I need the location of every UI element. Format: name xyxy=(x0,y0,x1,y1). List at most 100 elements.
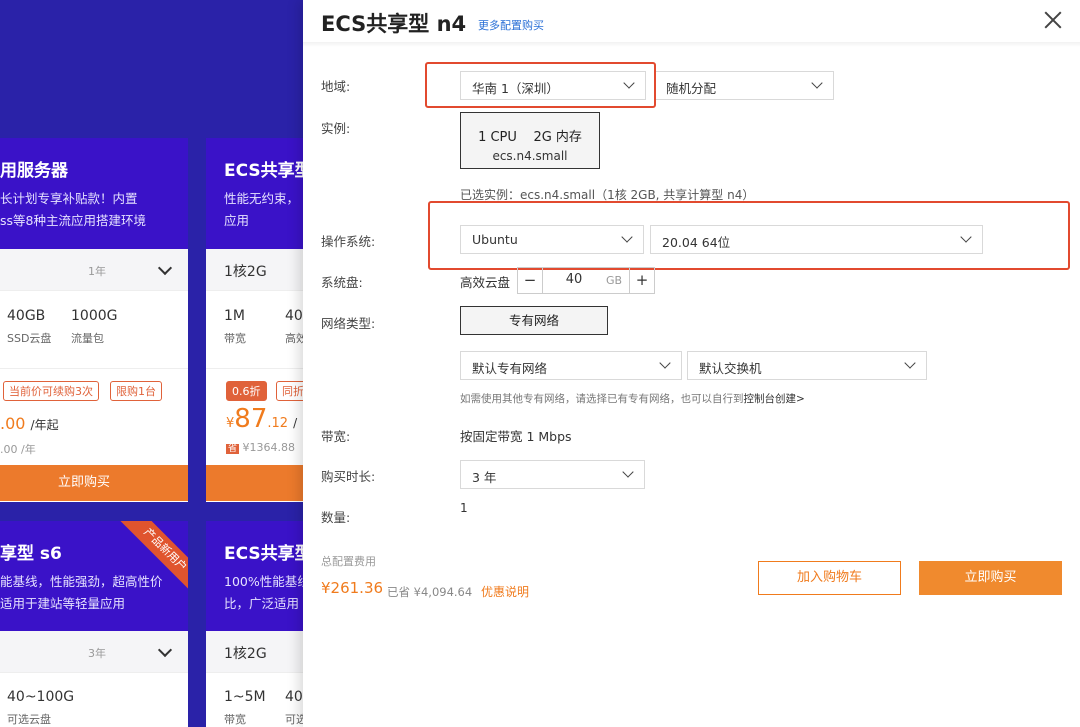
spec-label: 带宽 xyxy=(224,332,246,345)
product-card: 享型 s6 能基线，性能强劲，超高性价 适用于建站等轻量应用 产品新用户 3年 … xyxy=(0,521,188,727)
instance-spec: 1 CPU 2G 内存 xyxy=(461,126,599,145)
bandwidth-label: 带宽: xyxy=(321,429,351,444)
card-desc: 100%性能基线 比，广泛适用 xyxy=(224,571,310,615)
network-hint-text: 如需使用其他专有网络，请选择已有专有网络，也可以自行到 xyxy=(460,393,744,405)
instance-option[interactable]: 1 CPU 2G 内存 ecs.n4.small xyxy=(460,112,600,169)
duration-label: 购买时长: xyxy=(321,469,376,484)
buy-now-button[interactable]: 立即购买 xyxy=(919,561,1062,595)
card-desc-line: 性能无约束， xyxy=(224,191,300,206)
card-desc-line: ss等8种主流应用搭建环境 xyxy=(0,213,146,228)
disk-size-value[interactable]: 40 xyxy=(544,272,604,287)
spec-value: 40~100G xyxy=(7,689,75,705)
buy-now-button[interactable]: 立即购买 xyxy=(0,465,188,501)
promo-tag: 限购1台 xyxy=(110,381,162,401)
divider xyxy=(0,368,188,369)
zone-select[interactable]: 随机分配 xyxy=(654,71,834,100)
chevron-down-icon xyxy=(157,642,173,658)
spec-item: 1M 带宽 xyxy=(224,308,246,346)
price-unit: /年起 xyxy=(30,418,59,432)
disk-unit: GB xyxy=(606,274,623,287)
close-icon[interactable] xyxy=(1043,10,1063,30)
region-value: 华南 1（深圳） xyxy=(472,81,559,96)
quantity-label: 数量: xyxy=(321,510,351,525)
region-select[interactable]: 华南 1（深圳） xyxy=(460,71,646,100)
fee-label: 总配置费用 xyxy=(321,555,376,568)
card-title: ECS共享型 xyxy=(224,161,312,181)
card-desc-line: 100%性能基线 xyxy=(224,574,310,589)
save-badge: 省 xyxy=(226,444,240,454)
duration-value: 3 年 xyxy=(472,470,497,485)
price-value: .00 xyxy=(0,414,26,433)
quantity-value: 1 xyxy=(460,501,468,515)
spec-label: SSD云盘 xyxy=(7,332,52,345)
vpc-value: 默认专有网络 xyxy=(472,361,548,376)
network-hint: 如需使用其他专有网络，请选择已有专有网络，也可以自行到控制台创建> xyxy=(460,391,805,406)
chevron-down-icon xyxy=(960,231,972,243)
disk-label: 系统盘: xyxy=(321,275,363,290)
more-config-link[interactable]: 更多配置购买 xyxy=(478,17,544,33)
disk-type: 高效云盘 xyxy=(460,275,511,290)
spec-label: 流量包 xyxy=(71,332,104,345)
vswitch-select[interactable]: 默认交换机 xyxy=(687,351,927,380)
spec-value: 1M xyxy=(224,308,245,324)
network-label: 网络类型: xyxy=(321,316,376,331)
os-select[interactable]: Ubuntu xyxy=(460,225,644,254)
vpc-select[interactable]: 默认专有网络 xyxy=(460,351,682,380)
purchase-dialog: ECS共享型 n4 更多配置购买 地域: 华南 1（深圳） 随机分配 实例: 1… xyxy=(303,0,1080,727)
card-desc-line: 长计划专享补贴款！内置 xyxy=(0,191,138,206)
chevron-down-icon xyxy=(623,77,635,89)
chevron-down-icon xyxy=(621,231,633,243)
os-version-value: 20.04 64位 xyxy=(662,235,731,250)
original-price: .00 /年 xyxy=(0,443,36,456)
instance-label: 实例: xyxy=(321,121,351,136)
chevron-down-icon xyxy=(811,77,823,89)
chevron-down-icon xyxy=(622,466,634,478)
spec-value: 1~5M xyxy=(224,689,266,705)
spec-value: 40GB xyxy=(7,308,46,324)
console-create-link[interactable]: 控制台创建> xyxy=(744,393,805,405)
os-label: 操作系统: xyxy=(321,234,376,249)
card-title: 享型 s6 xyxy=(0,544,62,564)
chevron-down-icon xyxy=(659,357,671,369)
config-value: 1核2G xyxy=(224,264,267,280)
card-desc: 性能无约束， 应用 xyxy=(224,188,299,232)
promo-tag: 当前价可续购3次 xyxy=(3,381,99,401)
network-type-option[interactable]: 专有网络 xyxy=(460,306,608,335)
chevron-down-icon xyxy=(904,357,916,369)
increment-button[interactable]: + xyxy=(629,268,654,293)
selected-instance-text: 已选实例：ecs.n4.small（1核 2GB, 共享计算型 n4） xyxy=(460,188,755,202)
spec-label: 带宽 xyxy=(224,713,246,726)
add-to-cart-button[interactable]: 加入购物车 xyxy=(758,561,901,595)
spec-value: 1000G xyxy=(71,308,118,324)
price-integer: 87 xyxy=(234,404,268,434)
decrement-button[interactable]: − xyxy=(518,268,543,293)
card-desc-line: 能基线，性能强劲，超高性价 xyxy=(0,574,163,589)
instance-memory: 2G 内存 xyxy=(533,130,582,145)
os-version-select[interactable]: 20.04 64位 xyxy=(650,225,983,254)
product-card: 用服务器 长计划专享补贴款！内置 ss等8种主流应用搭建环境 1年 40GB S… xyxy=(0,138,188,502)
duration-value: 3年 xyxy=(88,647,106,660)
instance-type: ecs.n4.small xyxy=(492,149,568,163)
duration-select[interactable]: 1年 xyxy=(0,249,188,291)
duration-select[interactable]: 3 年 xyxy=(460,460,645,489)
discount-info-link[interactable]: 优惠说明 xyxy=(481,583,529,600)
card-header: 享型 s6 能基线，性能强劲，超高性价 适用于建站等轻量应用 产品新用户 xyxy=(0,521,188,631)
vswitch-value: 默认交换机 xyxy=(699,361,762,376)
card-desc-line: 适用于建站等轻量应用 xyxy=(0,596,126,611)
price: ¥87.12 / xyxy=(226,404,297,434)
saved-amount: 已省 ¥4,094.64 xyxy=(387,585,473,599)
disk-size-stepper[interactable]: − 40 GB + xyxy=(517,267,655,294)
price: .00 /年起 xyxy=(0,414,59,433)
discount-tag: 0.6折 xyxy=(226,381,267,401)
card-title: ECS共享型 xyxy=(224,544,312,564)
duration-value: 1年 xyxy=(88,265,106,278)
total-price: ¥261.36 xyxy=(321,579,384,597)
card-desc: 长计划专享补贴款！内置 ss等8种主流应用搭建环境 xyxy=(0,188,146,232)
card-header: 用服务器 长计划专享补贴款！内置 ss等8种主流应用搭建环境 xyxy=(0,138,188,249)
duration-select[interactable]: 3年 xyxy=(0,631,188,673)
zone-value: 随机分配 xyxy=(666,81,717,96)
header-divider xyxy=(303,42,1080,47)
config-value: 1核2G xyxy=(224,646,267,662)
spec-item: 1000G 流量包 xyxy=(71,308,117,346)
spec-label: 可选云盘 xyxy=(7,713,51,726)
